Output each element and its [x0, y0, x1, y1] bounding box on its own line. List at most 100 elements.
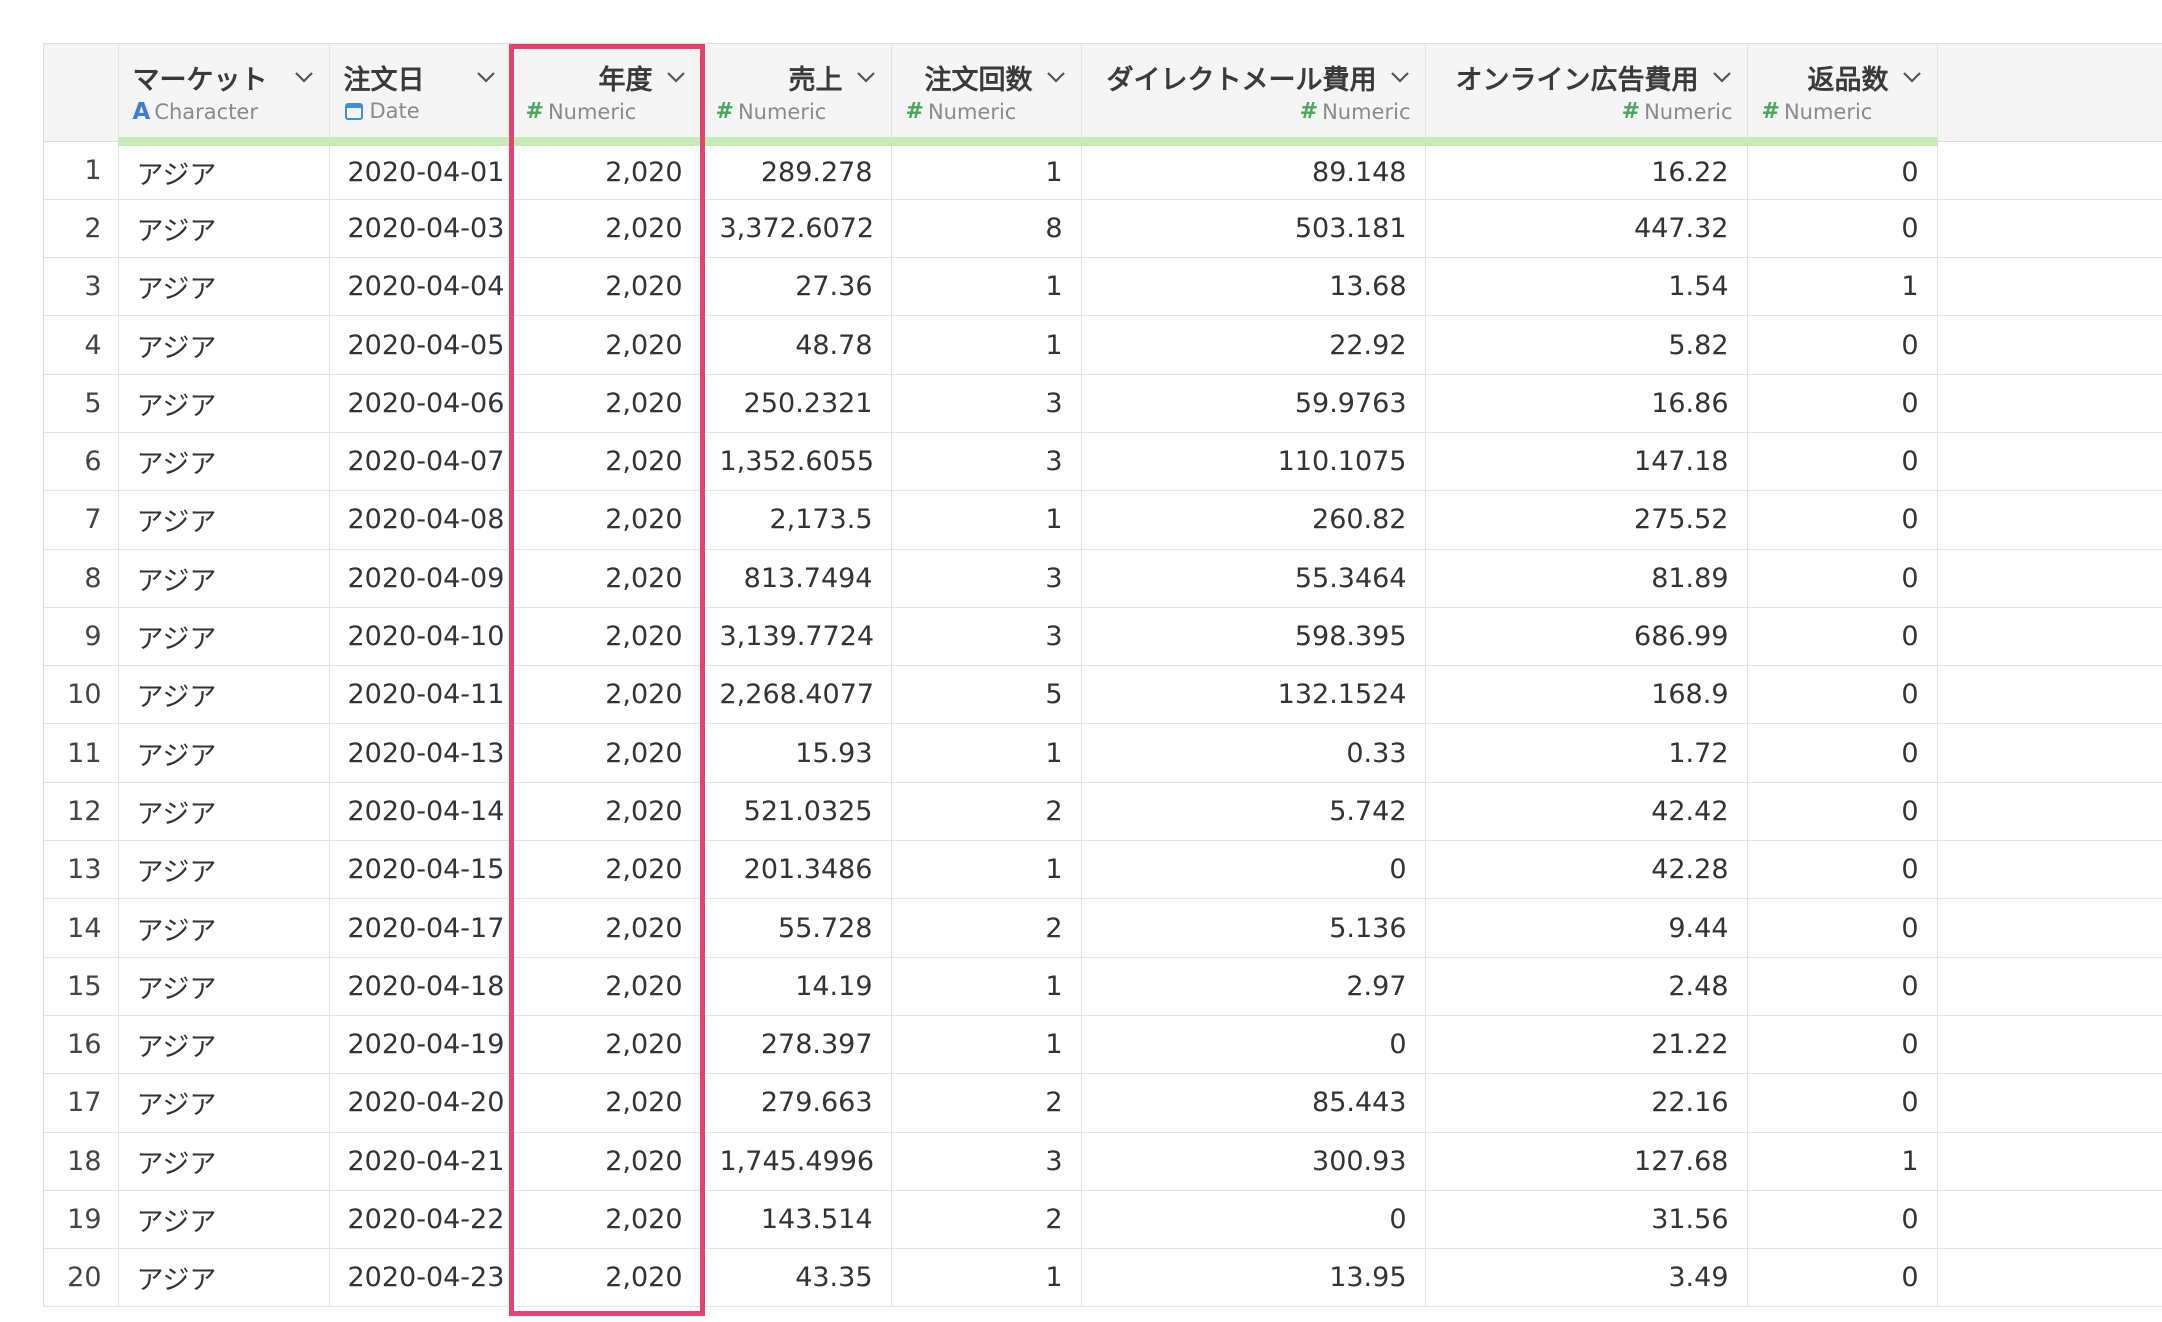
table-row[interactable]: 13 アジア 2020-04-15 2,020 201.3486 1 0 42.28 0 [44, 840, 2162, 900]
table-cell[interactable]: 275.52 [1425, 490, 1748, 550]
table-cell[interactable]: 686.99 [1425, 607, 1748, 667]
chevron-down-icon[interactable] [1389, 66, 1411, 88]
table-cell[interactable]: 3 [891, 607, 1082, 667]
table-cell[interactable]: 1,352.6055 [701, 432, 892, 492]
table-cell[interactable]: 1 [891, 257, 1082, 317]
table-cell[interactable]: 14.19 [701, 957, 892, 1016]
table-cell[interactable]: 2020-04-13 [329, 723, 512, 783]
table-cell[interactable]: 1.72 [1425, 723, 1748, 783]
table-cell[interactable]: 110.1075 [1081, 432, 1426, 492]
table-cell[interactable]: 2,020 [511, 898, 702, 958]
table-cell[interactable]: アジア [118, 957, 330, 1016]
table-cell[interactable]: 2,020 [511, 432, 702, 492]
table-cell[interactable]: 1 [891, 490, 1082, 550]
table-cell[interactable]: 1 [891, 723, 1082, 783]
table-cell[interactable]: 5 [891, 665, 1082, 725]
table-row[interactable]: 15 アジア 2020-04-18 2,020 14.19 1 2.97 2.48 0 [44, 957, 2162, 1016]
table-cell[interactable]: 598.395 [1081, 607, 1426, 667]
table-cell[interactable]: 3 [891, 432, 1082, 492]
table-cell[interactable]: 2020-04-11 [329, 665, 512, 725]
table-cell[interactable]: 85.443 [1081, 1073, 1426, 1133]
column-header-3[interactable]: 年度 # Numeric [511, 44, 702, 146]
table-cell[interactable]: 2.97 [1081, 957, 1426, 1016]
table-cell[interactable]: 0 [1747, 898, 1938, 958]
table-cell[interactable]: 2020-04-20 [329, 1073, 512, 1133]
table-cell[interactable]: 1,745.4996 [701, 1132, 892, 1191]
table-row[interactable]: 17 アジア 2020-04-20 2,020 279.663 2 85.443 22.16 0 [44, 1073, 2162, 1133]
table-cell[interactable]: 5.136 [1081, 898, 1426, 958]
table-cell[interactable]: 278.397 [701, 1015, 892, 1075]
table-cell[interactable]: 132.1524 [1081, 665, 1426, 725]
table-cell[interactable]: 0 [1747, 607, 1938, 667]
table-cell[interactable]: 89.148 [1081, 141, 1426, 200]
table-cell[interactable]: 127.68 [1425, 1132, 1748, 1191]
table-cell[interactable]: 2,020 [511, 723, 702, 783]
table-row[interactable]: 12 アジア 2020-04-14 2,020 521.0325 2 5.742 42.42 0 [44, 782, 2162, 842]
chevron-down-icon[interactable] [855, 66, 877, 88]
chevron-down-icon[interactable] [1711, 66, 1733, 88]
table-cell[interactable]: 813.7494 [701, 549, 892, 608]
table-cell[interactable]: 1 [891, 315, 1082, 375]
table-cell[interactable]: 0 [1747, 432, 1938, 492]
table-cell[interactable]: 2,020 [511, 374, 702, 433]
table-cell[interactable]: 1.54 [1425, 257, 1748, 317]
table-row[interactable]: 16 アジア 2020-04-19 2,020 278.397 1 0 21.22 0 [44, 1015, 2162, 1075]
table-cell[interactable]: 22.92 [1081, 315, 1426, 375]
table-cell[interactable]: 447.32 [1425, 199, 1748, 259]
table-cell[interactable]: 0 [1081, 1015, 1426, 1075]
table-cell[interactable]: 279.663 [701, 1073, 892, 1133]
table-cell[interactable]: アジア [118, 199, 330, 259]
table-cell[interactable]: 42.28 [1425, 840, 1748, 900]
table-row[interactable]: 6 アジア 2020-04-07 2,020 1,352.6055 3 110.1075 14… [44, 432, 2162, 492]
table-cell[interactable]: 0 [1747, 723, 1938, 783]
table-cell[interactable]: アジア [118, 1190, 330, 1250]
chevron-down-icon[interactable] [293, 66, 315, 88]
table-cell[interactable]: アジア [118, 607, 330, 667]
table-cell[interactable]: 2 [891, 1073, 1082, 1133]
table-cell[interactable]: 0 [1747, 199, 1938, 259]
table-row[interactable]: 11 アジア 2020-04-13 2,020 15.93 1 0.33 1.72 0 [44, 723, 2162, 783]
table-row[interactable]: 7 アジア 2020-04-08 2,020 2,173.5 1 260.82 275.52 0 [44, 490, 2162, 550]
table-cell[interactable]: 201.3486 [701, 840, 892, 900]
table-cell[interactable]: 16.86 [1425, 374, 1748, 433]
table-cell[interactable]: 0 [1081, 840, 1426, 900]
column-header-5[interactable]: 注文回数 # Numeric [891, 44, 1082, 146]
table-row[interactable]: 3 アジア 2020-04-04 2,020 27.36 1 13.68 1.54 1 [44, 257, 2162, 317]
column-header-6[interactable]: ダイレクトメール費用 # Numeric [1081, 44, 1426, 146]
table-cell[interactable]: 5.742 [1081, 782, 1426, 842]
table-cell[interactable]: 2,020 [511, 1015, 702, 1075]
table-cell[interactable]: 0 [1747, 1073, 1938, 1133]
table-row[interactable]: 18 アジア 2020-04-21 2,020 1,745.4996 3 300.93 127… [44, 1132, 2162, 1191]
table-cell[interactable]: アジア [118, 1015, 330, 1075]
table-cell[interactable]: 13.95 [1081, 1248, 1426, 1308]
table-cell[interactable]: 81.89 [1425, 549, 1748, 608]
table-cell[interactable]: 2,020 [511, 257, 702, 317]
table-cell[interactable]: 59.9763 [1081, 374, 1426, 433]
table-cell[interactable]: 0 [1081, 1190, 1426, 1250]
table-cell[interactable]: 2020-04-14 [329, 782, 512, 842]
table-cell[interactable]: 147.18 [1425, 432, 1748, 492]
table-cell[interactable]: 289.278 [701, 141, 892, 200]
table-cell[interactable]: 2020-04-22 [329, 1190, 512, 1250]
table-cell[interactable]: 27.36 [701, 257, 892, 317]
table-cell[interactable]: 503.181 [1081, 199, 1426, 259]
table-cell[interactable]: 15.93 [701, 723, 892, 783]
table-cell[interactable]: 2,020 [511, 1190, 702, 1250]
table-cell[interactable]: 0.33 [1081, 723, 1426, 783]
table-cell[interactable]: 2.48 [1425, 957, 1748, 1016]
table-row[interactable]: 20 アジア 2020-04-23 2,020 43.35 1 13.95 3.49 0 [44, 1248, 2162, 1308]
table-cell[interactable]: 521.0325 [701, 782, 892, 842]
table-cell[interactable]: 1 [891, 141, 1082, 200]
table-cell[interactable]: 2,020 [511, 665, 702, 725]
table-row[interactable]: 4 アジア 2020-04-05 2,020 48.78 1 22.92 5.82 0 [44, 315, 2162, 375]
table-cell[interactable]: 2020-04-08 [329, 490, 512, 550]
table-cell[interactable]: 31.56 [1425, 1190, 1748, 1250]
table-cell[interactable]: 3,372.6072 [701, 199, 892, 259]
table-cell[interactable]: 2,268.4077 [701, 665, 892, 725]
table-cell[interactable]: アジア [118, 665, 330, 725]
table-cell[interactable]: 1 [891, 957, 1082, 1016]
table-cell[interactable]: アジア [118, 315, 330, 375]
table-cell[interactable]: アジア [118, 782, 330, 842]
table-cell[interactable]: 2020-04-10 [329, 607, 512, 667]
table-cell[interactable]: アジア [118, 1073, 330, 1133]
